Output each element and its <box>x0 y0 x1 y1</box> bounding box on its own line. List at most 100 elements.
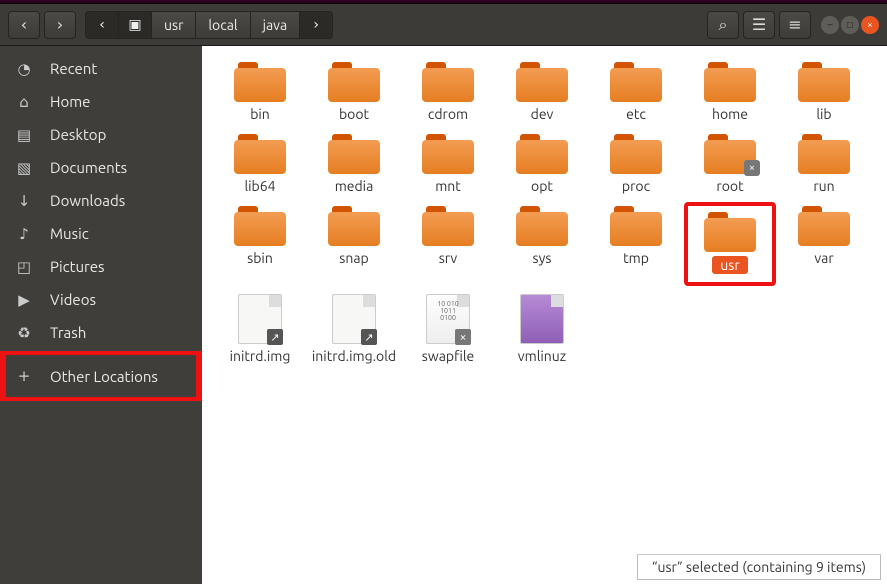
file-view[interactable]: bin boot cdromdev etc homelib lib64 media mnt op… <box>202 46 887 584</box>
search-button[interactable]: ⌕ <box>707 11 739 39</box>
sidebar-item-recent[interactable]: ◔Recent <box>0 52 202 85</box>
item-label: usr <box>712 256 747 274</box>
videos-icon: ▶ <box>14 290 34 310</box>
folder-icon <box>234 134 286 174</box>
folder-icon <box>328 134 380 174</box>
folder-opt[interactable]: opt <box>496 130 588 198</box>
maximize-button[interactable]: □ <box>841 16 859 34</box>
sidebar-item-documents[interactable]: ▧ Documents <box>0 151 202 184</box>
sidebar-item-label: Documents <box>50 159 127 176</box>
folder-icon <box>422 206 474 246</box>
folder-run[interactable]: run <box>778 130 870 198</box>
search-icon: ⌕ <box>719 15 728 35</box>
item-label: run <box>813 178 834 194</box>
item-label: var <box>814 250 833 266</box>
sidebar-item-trash[interactable]: ♻ Trash <box>0 316 202 349</box>
item-label: lib64 <box>244 178 275 194</box>
item-label: initrd.img.old <box>312 348 396 364</box>
file-vmlinuz[interactable]: vmlinuz <box>496 290 588 368</box>
file-swapfile[interactable]: 10 010 1011 0100swapfile <box>402 290 494 368</box>
folder-lib64[interactable]: lib64 <box>214 130 306 198</box>
hamburger-menu-button[interactable]: ≡ <box>779 11 811 39</box>
folder-lib[interactable]: lib <box>778 58 870 126</box>
folder-icon <box>610 62 662 102</box>
disk-icon: ▣ <box>128 17 141 33</box>
item-label: etc <box>626 106 646 122</box>
breadcrumb-root-disk[interactable]: ▣ <box>118 11 152 39</box>
sidebar-item-music[interactable]: ♪ Music <box>0 217 202 250</box>
status-bar: “usr” selected (containing 9 items) <box>637 554 881 580</box>
folder-icon <box>798 62 850 102</box>
sidebar-item-label: Desktop <box>50 126 106 143</box>
window-controls: – □ × <box>821 16 879 34</box>
item-label: snap <box>339 250 368 266</box>
file-initrd-img[interactable]: initrd.img <box>214 290 306 368</box>
folder-sbin[interactable]: sbin <box>214 202 306 286</box>
folder-bin[interactable]: bin <box>214 58 306 126</box>
folder-cdrom[interactable]: cdrom <box>402 58 494 126</box>
back-button[interactable]: ‹ <box>8 11 40 39</box>
folder-etc[interactable]: etc <box>590 58 682 126</box>
folder-boot[interactable]: boot <box>308 58 400 126</box>
folder-media[interactable]: media <box>308 130 400 198</box>
file-icon <box>520 294 564 344</box>
folder-usr[interactable]: usr <box>684 202 776 286</box>
sidebar-item-label: Recent <box>50 60 97 77</box>
sidebar-item-label: Trash <box>50 324 86 341</box>
item-label: srv <box>439 250 458 266</box>
item-label: sbin <box>247 250 273 266</box>
trash-icon: ♻ <box>14 323 34 343</box>
music-icon: ♪ <box>14 224 34 244</box>
file-icon: 10 010 1011 0100 <box>426 294 470 344</box>
maximize-icon: □ <box>847 19 853 31</box>
back-icon: ‹ <box>21 15 27 34</box>
breadcrumb-up[interactable]: ‹ <box>85 11 119 39</box>
documents-icon: ▧ <box>14 158 34 178</box>
sidebar-item-other-locations[interactable]: +Other Locations <box>0 351 202 401</box>
folder-dev[interactable]: dev <box>496 58 588 126</box>
folder-home[interactable]: home <box>684 58 776 126</box>
sidebar-item-home[interactable]: ⌂Home <box>0 85 202 118</box>
folder-srv[interactable]: srv <box>402 202 494 286</box>
folder-tmp[interactable]: tmp <box>590 202 682 286</box>
folder-icon <box>328 206 380 246</box>
folder-icon <box>610 134 662 174</box>
view-mode-button[interactable]: ☰ <box>743 11 775 39</box>
folder-root[interactable]: ×root <box>684 130 776 198</box>
desktop-icon: ▤ <box>14 125 34 145</box>
sidebar-item-pictures[interactable]: ◰Pictures <box>0 250 202 283</box>
folder-snap[interactable]: snap <box>308 202 400 286</box>
item-label: media <box>335 178 374 194</box>
folder-icon <box>516 62 568 102</box>
sidebar-item-label: Pictures <box>50 258 105 275</box>
folder-sys[interactable]: sys <box>496 202 588 286</box>
close-button[interactable]: × <box>861 16 879 34</box>
folder-icon <box>328 62 380 102</box>
folder-proc[interactable]: proc <box>590 130 682 198</box>
header-bar: ‹ › ‹ ▣ usr local java › ⌕ ☰ ≡ – □ × <box>0 4 887 46</box>
grid-icon: ☰ <box>752 15 766 34</box>
breadcrumb-seg-2[interactable]: java <box>250 11 301 39</box>
folder-icon <box>516 206 568 246</box>
sidebar-item-label: Music <box>50 225 89 242</box>
folder-mnt[interactable]: mnt <box>402 130 494 198</box>
breadcrumb-more[interactable]: › <box>299 11 333 39</box>
item-label: boot <box>339 106 369 122</box>
folder-var[interactable]: var <box>778 202 870 286</box>
file-initrd-img-old[interactable]: initrd.img.old <box>308 290 400 368</box>
sidebar-item-desktop[interactable]: ▤ Desktop <box>0 118 202 151</box>
item-label: opt <box>531 178 553 194</box>
sidebar-item-downloads[interactable]: ↓Downloads <box>0 184 202 217</box>
sidebar-item-videos[interactable]: ▶ Videos <box>0 283 202 316</box>
sidebar-item-label: Videos <box>50 291 96 308</box>
folder-icon: × <box>704 134 756 174</box>
forward-button[interactable]: › <box>44 11 76 39</box>
folder-icon <box>422 62 474 102</box>
file-icon <box>332 294 376 344</box>
minimize-button[interactable]: – <box>821 16 839 34</box>
breadcrumb-seg-1[interactable]: local <box>195 11 250 39</box>
sidebar-item-label: Downloads <box>50 192 125 209</box>
breadcrumb-seg-0[interactable]: usr <box>151 11 196 39</box>
close-icon: × <box>867 19 873 30</box>
sidebar-item-label: Other Locations <box>50 368 158 385</box>
